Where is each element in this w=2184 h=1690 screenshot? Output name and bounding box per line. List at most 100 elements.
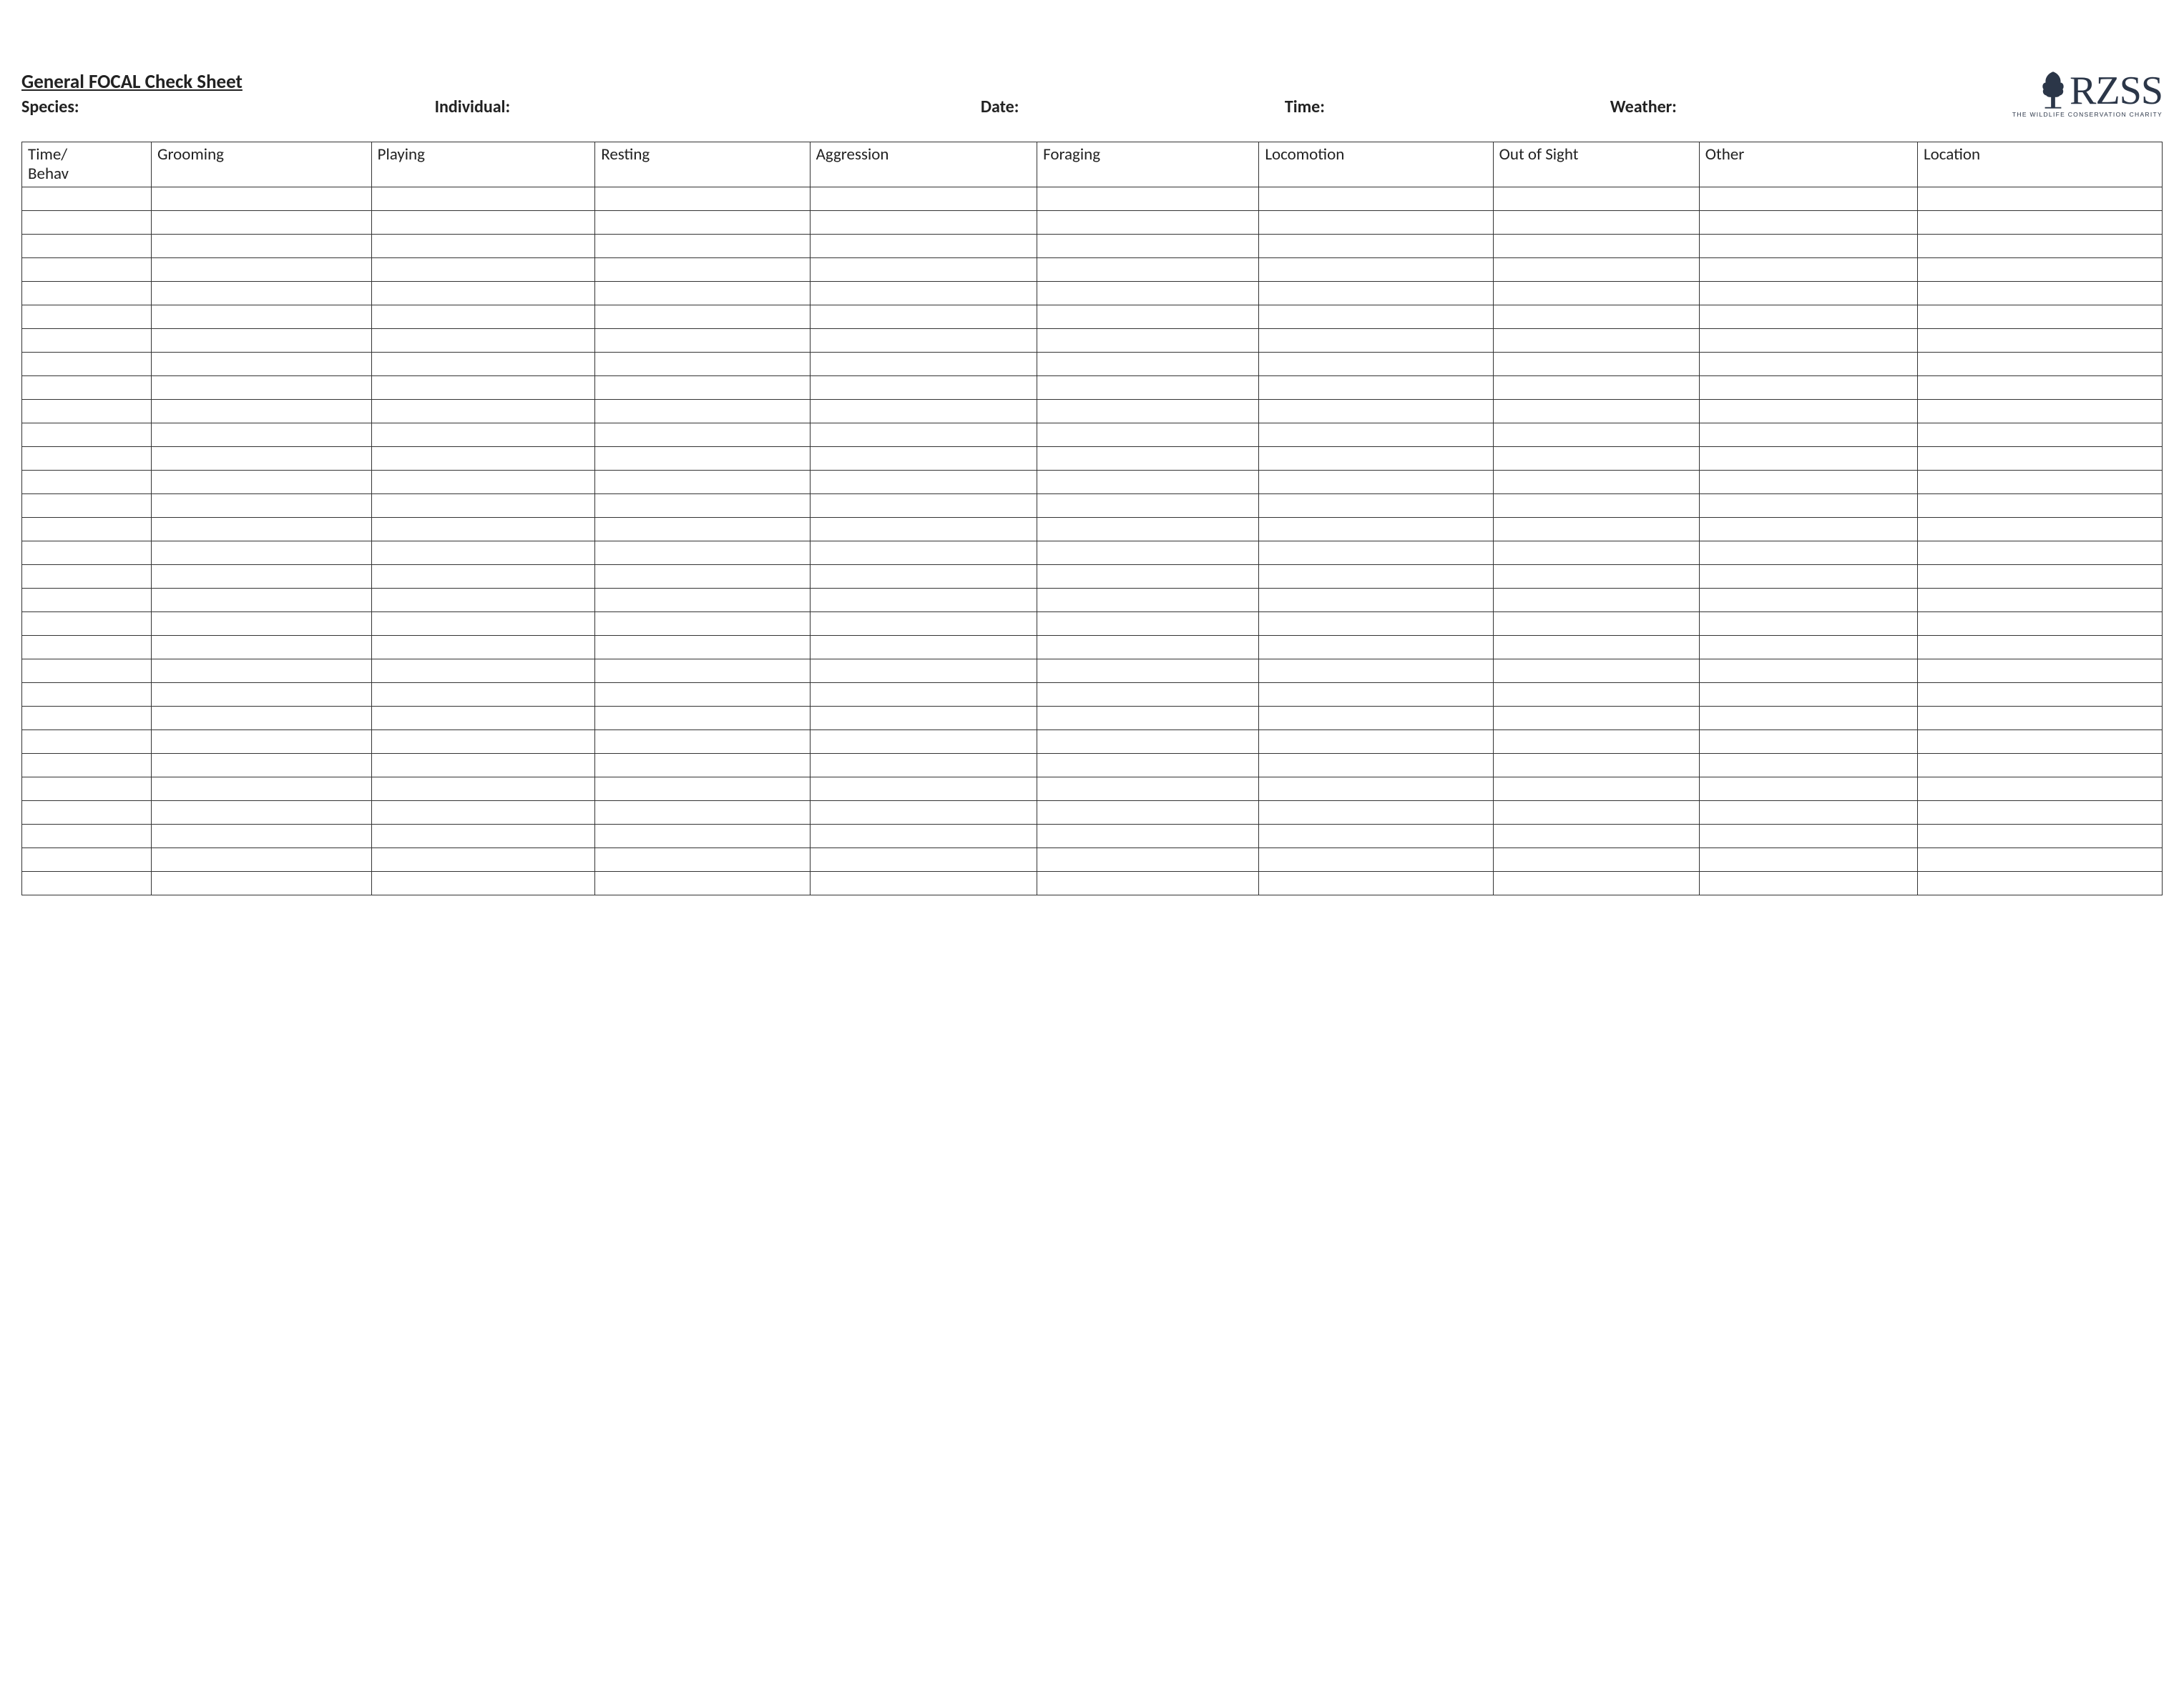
table-cell	[152, 447, 372, 471]
table-cell	[371, 754, 595, 777]
table-cell	[1037, 235, 1259, 258]
table-cell	[371, 353, 595, 376]
table-cell	[595, 801, 810, 825]
table-row	[22, 518, 2163, 541]
table-cell	[371, 494, 595, 518]
table-cell	[1493, 187, 1699, 211]
table-cell	[595, 541, 810, 565]
table-row	[22, 659, 2163, 683]
meta-time-label: Time:	[1285, 97, 1610, 117]
table-cell	[1917, 565, 2162, 589]
table-cell	[810, 659, 1037, 683]
table-cell	[1917, 258, 2162, 282]
table-cell	[152, 612, 372, 636]
table-cell	[1917, 872, 2162, 895]
table-cell	[810, 471, 1037, 494]
table-cell	[1037, 471, 1259, 494]
table-cell	[1259, 447, 1493, 471]
table-cell	[1917, 282, 2162, 305]
table-cell	[1259, 518, 1493, 541]
table-cell	[371, 447, 595, 471]
table-cell	[371, 258, 595, 282]
table-cell	[595, 659, 810, 683]
table-cell	[810, 730, 1037, 754]
table-cell	[1493, 423, 1699, 447]
table-cell	[152, 258, 372, 282]
table-cell	[152, 423, 372, 447]
table-cell	[810, 541, 1037, 565]
logo: RZSS THE WILDLIFE CONSERVATION CHARITY	[2005, 70, 2163, 118]
table-cell	[1493, 825, 1699, 848]
table-cell	[371, 235, 595, 258]
table-cell	[1699, 258, 1917, 282]
table-cell	[1037, 447, 1259, 471]
table-cell	[595, 730, 810, 754]
table-cell	[1917, 825, 2162, 848]
table-cell	[1699, 423, 1917, 447]
table-cell	[22, 612, 152, 636]
table-cell	[22, 848, 152, 872]
table-cell	[371, 305, 595, 329]
table-cell	[810, 754, 1037, 777]
table-row	[22, 329, 2163, 353]
table-cell	[1493, 636, 1699, 659]
table-cell	[810, 801, 1037, 825]
table-cell	[371, 636, 595, 659]
table-cell	[1037, 659, 1259, 683]
table-cell	[152, 353, 372, 376]
th-grooming: Grooming	[152, 142, 372, 187]
table-cell	[1259, 235, 1493, 258]
table-cell	[22, 447, 152, 471]
table-cell	[22, 518, 152, 541]
table-cell	[1037, 777, 1259, 801]
table-cell	[1917, 187, 2162, 211]
table-cell	[371, 659, 595, 683]
table-cell	[1699, 211, 1917, 235]
table-cell	[152, 494, 372, 518]
table-cell	[152, 305, 372, 329]
table-cell	[1259, 471, 1493, 494]
table-cell	[22, 187, 152, 211]
table-cell	[371, 376, 595, 400]
th-location: Location	[1917, 142, 2162, 187]
table-cell	[152, 329, 372, 353]
table-cell	[1259, 777, 1493, 801]
table-cell	[1699, 589, 1917, 612]
table-cell	[22, 258, 152, 282]
table-cell	[1259, 541, 1493, 565]
table-cell	[1037, 636, 1259, 659]
table-cell	[810, 423, 1037, 447]
table-cell	[1699, 353, 1917, 376]
table-cell	[152, 211, 372, 235]
table-row	[22, 400, 2163, 423]
table-cell	[1037, 329, 1259, 353]
table-cell	[595, 305, 810, 329]
table-cell	[1917, 589, 2162, 612]
table-cell	[1917, 683, 2162, 707]
table-cell	[22, 825, 152, 848]
table-cell	[1493, 707, 1699, 730]
table-cell	[1699, 801, 1917, 825]
table-cell	[152, 541, 372, 565]
table-cell	[810, 565, 1037, 589]
table-cell	[1917, 777, 2162, 801]
table-cell	[152, 707, 372, 730]
table-cell	[1493, 565, 1699, 589]
table-cell	[1259, 872, 1493, 895]
table-cell	[810, 683, 1037, 707]
meta-row: Species: Individual: Date: Time: Weather…	[21, 97, 2163, 117]
th-time-behav: Time/Behav	[22, 142, 152, 187]
table-cell	[810, 589, 1037, 612]
table-cell	[595, 400, 810, 423]
table-cell	[371, 423, 595, 447]
table-cell	[810, 376, 1037, 400]
table-cell	[1699, 400, 1917, 423]
table-cell	[595, 683, 810, 707]
table-cell	[371, 589, 595, 612]
table-row	[22, 730, 2163, 754]
table-cell	[22, 707, 152, 730]
table-cell	[1493, 447, 1699, 471]
table-cell	[371, 400, 595, 423]
check-sheet-table: Time/Behav Grooming Playing Resting Aggr…	[21, 142, 2163, 895]
table-cell	[1699, 848, 1917, 872]
